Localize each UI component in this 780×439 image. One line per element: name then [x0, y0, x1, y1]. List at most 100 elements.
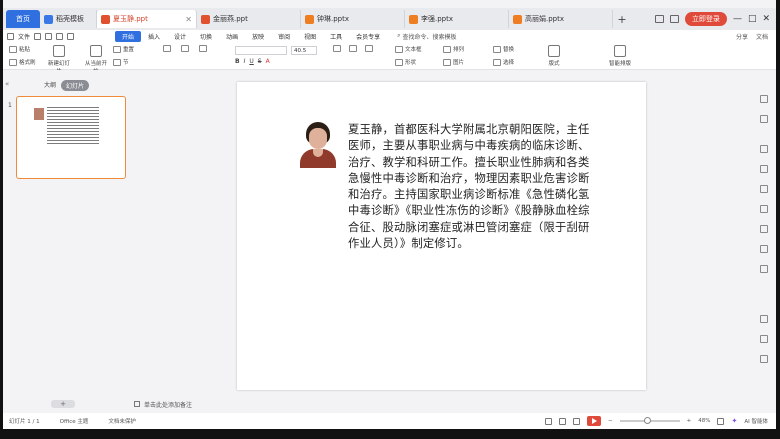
table-icon[interactable] [760, 205, 768, 213]
menu-icon[interactable] [7, 32, 14, 40]
replace-button[interactable]: 替换 [493, 45, 514, 53]
help-icon[interactable] [760, 335, 768, 343]
file-tab-label: 钟琳.pptx [317, 15, 349, 23]
italic-button[interactable]: I [244, 58, 246, 65]
file-tab[interactable]: 钟琳.pptx [301, 10, 405, 28]
arrange-button[interactable]: 排列 [443, 45, 464, 53]
menu-design[interactable]: 设计 [167, 32, 193, 41]
shape-button[interactable]: 形状 [395, 58, 416, 66]
animation-icon[interactable] [760, 245, 768, 253]
normal-view-icon[interactable] [545, 417, 553, 425]
save-icon[interactable] [34, 32, 42, 40]
smart-icon[interactable] [760, 145, 768, 153]
zoom-out-icon[interactable]: − [608, 418, 613, 424]
zoom-in-icon[interactable]: + [687, 418, 692, 424]
bold-button[interactable]: B [235, 58, 240, 65]
file-tab-active[interactable]: 夏玉静.ppt ✕ [97, 10, 197, 28]
slide-text-box[interactable]: 夏玉静，首都医科大学附属北京朝阳医院，主任医师，主要从事职业病与中毒疾病的临床诊… [348, 122, 598, 252]
paste-button[interactable]: 粘贴 [9, 45, 30, 53]
login-button[interactable]: 立即登录 [684, 12, 727, 26]
slide-thumbnail[interactable] [16, 96, 126, 179]
font-color-button[interactable]: A [266, 58, 270, 65]
window-layout-icon[interactable] [654, 15, 664, 23]
notes-placeholder[interactable]: 单击此处添加备注 [144, 400, 192, 409]
reset-button[interactable]: 重置 [113, 45, 134, 53]
doc-protect-status[interactable]: 文档未保护 [88, 417, 136, 425]
underline-button[interactable]: U [249, 58, 253, 65]
file-tab[interactable]: 高丽娟.pptx [509, 10, 613, 28]
export-icon[interactable] [760, 225, 768, 233]
picture-button[interactable]: 图片 [443, 58, 464, 66]
menu-member[interactable]: 会员专享 [349, 32, 387, 41]
more-icon[interactable] [760, 355, 768, 363]
ai-assistant[interactable]: AI 智能体 [744, 417, 768, 425]
close-window-icon[interactable]: ✕ [762, 14, 770, 24]
align-center-button[interactable] [349, 45, 357, 52]
font-size-select[interactable]: 40.5 [291, 46, 317, 55]
add-slide-button[interactable]: + [51, 400, 75, 408]
select-button[interactable]: 选择 [493, 58, 514, 66]
menu-view[interactable]: 视图 [297, 32, 323, 41]
cut-button[interactable] [163, 45, 171, 52]
file-tab[interactable]: 金丽燕.ppt [197, 10, 301, 28]
redo-icon[interactable] [67, 32, 75, 40]
slide[interactable]: 夏玉静，首都医科大学附属北京朝阳医院，主任医师，主要从事职业病与中毒疾病的临床诊… [237, 82, 646, 390]
home-tab[interactable]: 首页 [6, 10, 40, 28]
align-left-button[interactable] [333, 45, 341, 52]
pptx-icon [409, 14, 418, 24]
strike-button[interactable]: S [258, 58, 262, 65]
reading-view-icon[interactable] [573, 417, 581, 425]
fit-window-icon[interactable] [717, 417, 725, 425]
slides-tab[interactable]: 幻灯片 [61, 80, 90, 91]
translate-icon[interactable] [760, 265, 768, 273]
file-tab-label: 李强.pptx [421, 15, 453, 23]
text-box-button[interactable]: 文本框 [395, 45, 422, 53]
undo-icon[interactable] [56, 32, 64, 40]
format-painter-button[interactable]: 格式刷 [9, 58, 36, 66]
ai-icon[interactable]: ✦ [731, 417, 737, 425]
layout-button[interactable] [199, 45, 207, 52]
doc-button[interactable]: 文档 [756, 32, 768, 41]
print-icon[interactable] [45, 32, 53, 40]
zoom-level[interactable]: 48% [698, 418, 710, 424]
new-tab-icon[interactable]: + [613, 13, 631, 26]
minimize-icon[interactable]: — [733, 14, 742, 24]
slideshow-play-button[interactable] [587, 416, 602, 426]
close-icon[interactable]: ✕ [177, 15, 192, 24]
file-tab[interactable]: 李强.pptx [405, 10, 509, 28]
align-center-icon [349, 45, 357, 52]
smart-layout-button[interactable]: 智能排版 [609, 45, 631, 67]
copy-button[interactable] [181, 45, 189, 52]
chart-icon[interactable] [760, 185, 768, 193]
outline-tab[interactable]: 大纲 [44, 80, 56, 89]
share-button[interactable]: 分享 [736, 32, 748, 41]
collapse-panel-icon[interactable]: « [5, 80, 9, 88]
layout-style-button[interactable]: 版式 [543, 45, 565, 67]
file-tab-docer[interactable]: 稻壳模板 [40, 10, 97, 28]
layout-icon [199, 45, 207, 52]
command-search[interactable]: ⌕ 查找命令、搜索模板 [397, 32, 456, 41]
menu-tools[interactable]: 工具 [323, 32, 349, 41]
section-button[interactable]: 节 [113, 58, 129, 66]
grid-icon[interactable] [669, 15, 679, 23]
zoom-knob[interactable] [643, 417, 651, 424]
menu-transition[interactable]: 切换 [193, 32, 219, 41]
zoom-slider[interactable] [619, 417, 680, 424]
style-icon[interactable] [760, 115, 768, 123]
font-family-select[interactable] [235, 46, 287, 55]
menu-home[interactable]: 开始 [115, 30, 142, 42]
settings-icon[interactable] [760, 315, 768, 323]
pointer-icon[interactable] [760, 95, 768, 103]
file-menu[interactable]: 文件 [18, 32, 30, 41]
sorter-view-icon[interactable] [559, 417, 567, 425]
maximize-icon[interactable]: □ [748, 14, 757, 24]
portrait-photo[interactable] [299, 120, 337, 168]
ribbon-toolbar: 粘贴 格式刷 新建幻灯片 重置 节 从当前开始 40.5 B I U S A 文… [3, 42, 776, 75]
menu-animation[interactable]: 动画 [219, 32, 245, 41]
menu-review[interactable]: 审阅 [271, 32, 297, 41]
status-bar: 幻灯片 1 / 1 Office 主题 文档未保护 − + 48% ✦ AI 智… [3, 413, 776, 429]
menu-insert[interactable]: 插入 [141, 32, 167, 41]
menu-slideshow[interactable]: 放映 [245, 32, 271, 41]
grid-layout-icon[interactable] [760, 165, 768, 173]
list-button[interactable] [365, 45, 373, 52]
